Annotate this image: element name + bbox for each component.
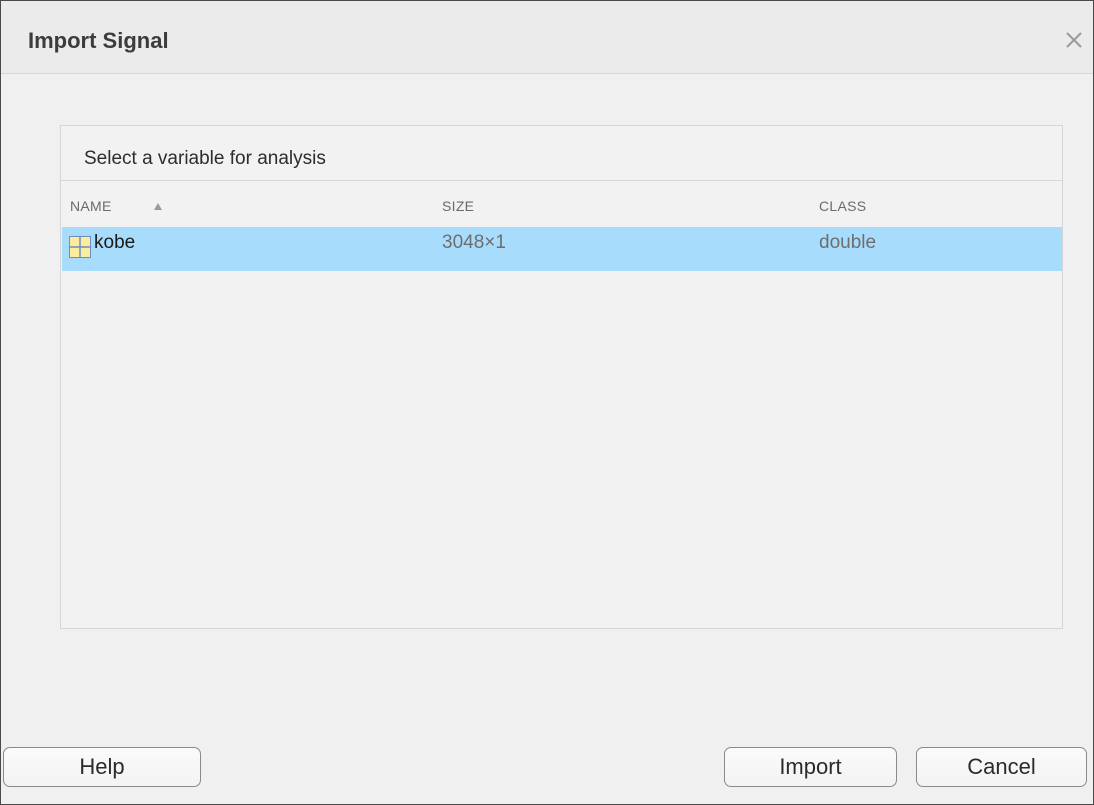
row-size-cell: 3048×1 [442,232,506,253]
dialog-title: Import Signal [28,28,169,53]
title-bar: Import Signal [1,1,1093,74]
panel-divider [61,180,1062,181]
close-icon [1066,32,1082,48]
close-button[interactable] [1061,27,1087,53]
variable-panel: Select a variable for analysis NAME SIZE… [60,125,1063,629]
sort-ascending-icon [154,203,162,210]
matrix-variable-icon [69,236,91,258]
column-header-name[interactable]: NAME [70,198,112,214]
panel-heading: Select a variable for analysis [84,148,326,169]
table-row[interactable]: kobe 3048×1 double [62,227,1062,271]
help-button[interactable]: Help [3,747,201,787]
cancel-button[interactable]: Cancel [916,747,1087,787]
column-header-size[interactable]: SIZE [442,198,474,214]
row-class-cell: double [819,232,877,253]
row-name-cell: kobe [94,232,136,253]
import-signal-dialog: Import Signal Select a variable for anal… [0,0,1094,805]
column-header-class[interactable]: CLASS [819,198,866,214]
import-button[interactable]: Import [724,747,897,787]
